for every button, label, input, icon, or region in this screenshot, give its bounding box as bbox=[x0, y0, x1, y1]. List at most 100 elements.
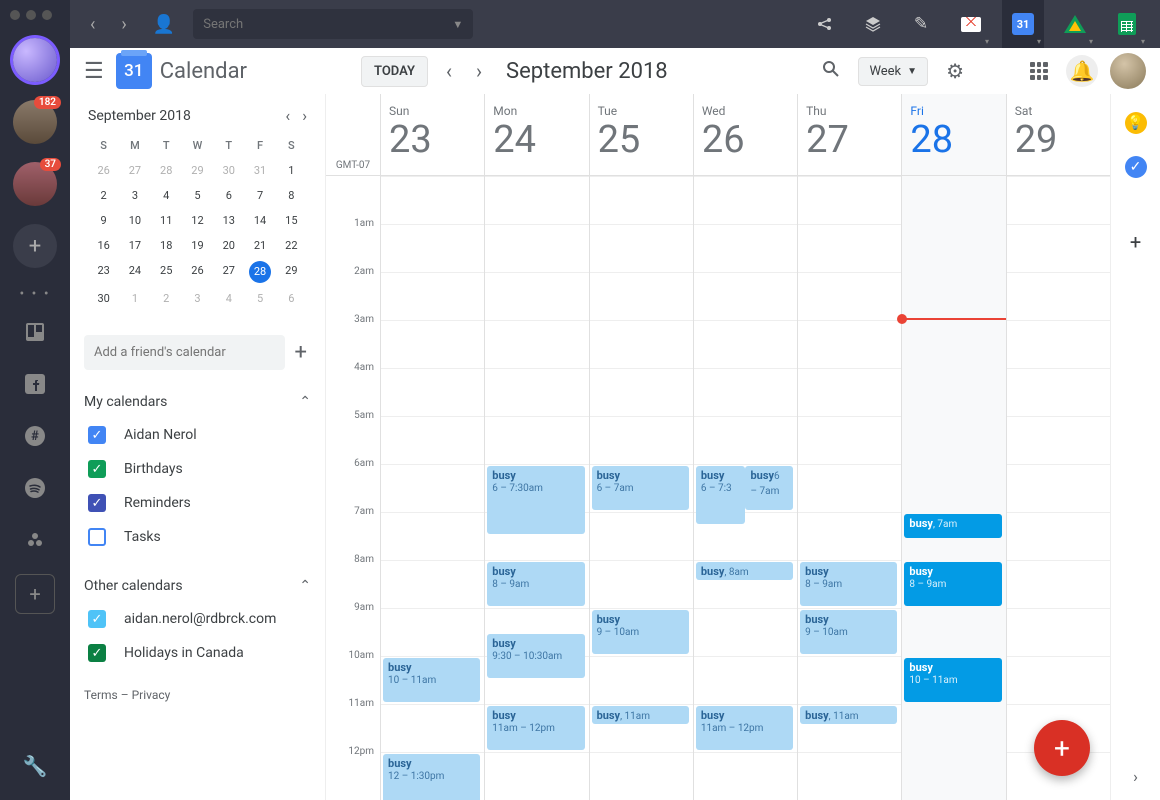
mini-day[interactable]: 1 bbox=[119, 286, 150, 311]
calendar-event[interactable]: busy8 – 9am bbox=[487, 562, 584, 606]
mini-next-icon[interactable]: › bbox=[302, 106, 307, 125]
search-icon[interactable] bbox=[816, 53, 846, 89]
calendar-event[interactable]: busy6 – 7am bbox=[745, 466, 793, 510]
workspace-avatar-2[interactable]: 182 bbox=[13, 100, 57, 144]
day-header[interactable]: Thu27 bbox=[797, 94, 901, 175]
trello-icon[interactable] bbox=[13, 310, 57, 354]
mini-day[interactable]: 20 bbox=[213, 233, 244, 258]
dropdown-caret-icon[interactable]: ▼ bbox=[452, 18, 463, 31]
mini-day[interactable]: 26 bbox=[88, 158, 119, 183]
mini-day[interactable]: 6 bbox=[276, 286, 307, 311]
mini-day[interactable]: 13 bbox=[213, 208, 244, 233]
tasks-addon-icon[interactable]: ✓ bbox=[1125, 156, 1147, 178]
mini-day[interactable]: 10 bbox=[119, 208, 150, 233]
mini-day[interactable]: 31 bbox=[244, 158, 275, 183]
calendar-event[interactable]: busy11am – 12pm bbox=[487, 706, 584, 750]
notifications-bell-icon[interactable]: 🔔 bbox=[1066, 55, 1098, 87]
more-icon[interactable]: • • • bbox=[19, 286, 50, 302]
calendar-checkbox[interactable]: ✓ bbox=[88, 460, 106, 478]
mini-day[interactable]: 6 bbox=[213, 183, 244, 208]
day-header[interactable]: Sun23 bbox=[380, 94, 484, 175]
mini-day[interactable]: 4 bbox=[151, 183, 182, 208]
mini-day[interactable]: 3 bbox=[119, 183, 150, 208]
url-search-bar[interactable]: ▼ bbox=[193, 9, 473, 39]
calendar-checkbox[interactable]: ✓ bbox=[88, 644, 106, 662]
spotify-icon[interactable] bbox=[13, 466, 57, 510]
search-input[interactable] bbox=[203, 17, 452, 32]
calendar-checkbox[interactable]: ✓ bbox=[88, 426, 106, 444]
day-header[interactable]: Mon24 bbox=[484, 94, 588, 175]
calendar-event[interactable]: busy9 – 10am bbox=[800, 610, 897, 654]
mini-day[interactable]: 12 bbox=[182, 208, 213, 233]
create-event-fab[interactable]: + bbox=[1034, 720, 1090, 776]
mini-day[interactable]: 28 bbox=[151, 158, 182, 183]
slack-icon[interactable]: # bbox=[13, 414, 57, 458]
gcalendar-app-icon[interactable]: 31▾ bbox=[1002, 0, 1044, 48]
mini-day[interactable]: 15 bbox=[276, 208, 307, 233]
calendar-event[interactable]: busy, 11am bbox=[800, 706, 897, 724]
calendar-event[interactable]: busy6 – 7:30am bbox=[487, 466, 584, 534]
settings-wrench-icon[interactable]: 🔧 bbox=[13, 744, 57, 788]
today-button[interactable]: TODAY bbox=[361, 56, 428, 87]
mini-day[interactable]: 2 bbox=[88, 183, 119, 208]
day-header[interactable]: Wed26 bbox=[693, 94, 797, 175]
mini-day[interactable]: 26 bbox=[182, 258, 213, 286]
day-column[interactable]: busy10 – 11ambusy12 – 1:30pm bbox=[380, 176, 484, 800]
asana-icon[interactable] bbox=[13, 518, 57, 562]
calendar-event[interactable]: busy, 7am bbox=[904, 514, 1001, 538]
mini-prev-icon[interactable]: ‹ bbox=[285, 106, 290, 125]
mini-day[interactable]: 27 bbox=[213, 258, 244, 286]
keep-addon-icon[interactable]: 💡 bbox=[1125, 112, 1147, 134]
calendar-event[interactable]: busy12 – 1:30pm bbox=[383, 754, 480, 800]
calendar-logo[interactable]: 31 Calendar bbox=[116, 53, 247, 89]
google-apps-icon[interactable] bbox=[1024, 56, 1054, 86]
day-header[interactable]: Tue25 bbox=[589, 94, 693, 175]
window-controls[interactable] bbox=[10, 10, 52, 20]
edit-pencil-icon[interactable]: ✎ bbox=[902, 14, 940, 34]
mini-day[interactable]: 30 bbox=[213, 158, 244, 183]
calendar-event[interactable]: busy9 – 10am bbox=[592, 610, 689, 654]
day-column[interactable]: busy6 – 7:30am busy8 – 9am busy9:30 – 10:3… bbox=[484, 176, 588, 800]
day-column[interactable]: busy6 – 7ambusy9 – 10ambusy, 11am bbox=[589, 176, 693, 800]
gdrive-app-icon[interactable]: ▾ bbox=[1054, 0, 1096, 48]
calendar-checkbox[interactable]: ✓ bbox=[88, 610, 106, 628]
mini-day[interactable]: 27 bbox=[119, 158, 150, 183]
calendar-event[interactable]: busy10 – 11am bbox=[904, 658, 1001, 702]
day-column[interactable]: busy6 – 7:3busy6 – 7ambusy, 8ambusy11am … bbox=[693, 176, 797, 800]
profile-avatar[interactable] bbox=[1110, 53, 1146, 89]
calendar-list-item[interactable]: ✓aidan.nerol@rdbrck.com bbox=[84, 602, 311, 636]
calendar-list-item[interactable]: ✓Aidan Nerol bbox=[84, 418, 311, 452]
mini-day[interactable]: 4 bbox=[213, 286, 244, 311]
mini-day[interactable]: 24 bbox=[119, 258, 150, 286]
incognito-icon[interactable]: 👤 bbox=[145, 10, 183, 39]
mini-day[interactable]: 8 bbox=[276, 183, 307, 208]
my-calendars-toggle[interactable]: My calendars ⌃ bbox=[84, 386, 311, 418]
add-workspace-button[interactable]: + bbox=[13, 224, 57, 268]
mini-day[interactable]: 3 bbox=[182, 286, 213, 311]
workspace-avatar-3[interactable]: 37 bbox=[13, 162, 57, 206]
calendar-event[interactable]: busy, 8am bbox=[696, 562, 793, 580]
nav-forward-icon[interactable]: › bbox=[113, 10, 134, 39]
calendar-event[interactable]: busy9:30 – 10:30am bbox=[487, 634, 584, 678]
mini-day[interactable]: 29 bbox=[182, 158, 213, 183]
calendar-checkbox[interactable]: ✓ bbox=[88, 494, 106, 512]
calendar-checkbox[interactable] bbox=[88, 528, 106, 546]
mini-day[interactable]: 23 bbox=[88, 258, 119, 286]
terms-link[interactable]: Terms bbox=[84, 688, 118, 702]
mini-day[interactable]: 28 bbox=[249, 261, 271, 283]
calendar-list-item[interactable]: Tasks bbox=[84, 520, 311, 554]
mini-day[interactable]: 1 bbox=[276, 158, 307, 183]
next-week-icon[interactable]: › bbox=[470, 55, 488, 87]
add-app-button[interactable]: + bbox=[15, 574, 55, 614]
nav-back-icon[interactable]: ‹ bbox=[82, 10, 103, 39]
mini-day[interactable]: 19 bbox=[182, 233, 213, 258]
add-friend-input[interactable] bbox=[84, 335, 285, 370]
mini-day[interactable]: 25 bbox=[151, 258, 182, 286]
other-calendars-toggle[interactable]: Other calendars ⌃ bbox=[84, 570, 311, 602]
mini-day[interactable]: 21 bbox=[244, 233, 275, 258]
settings-gear-icon[interactable]: ⚙ bbox=[940, 53, 970, 89]
share-icon[interactable] bbox=[806, 16, 844, 32]
day-column[interactable]: busy, 7ambusy8 – 9ambusy10 – 11am bbox=[901, 176, 1005, 800]
mini-day[interactable]: 17 bbox=[119, 233, 150, 258]
mini-day[interactable]: 18 bbox=[151, 233, 182, 258]
